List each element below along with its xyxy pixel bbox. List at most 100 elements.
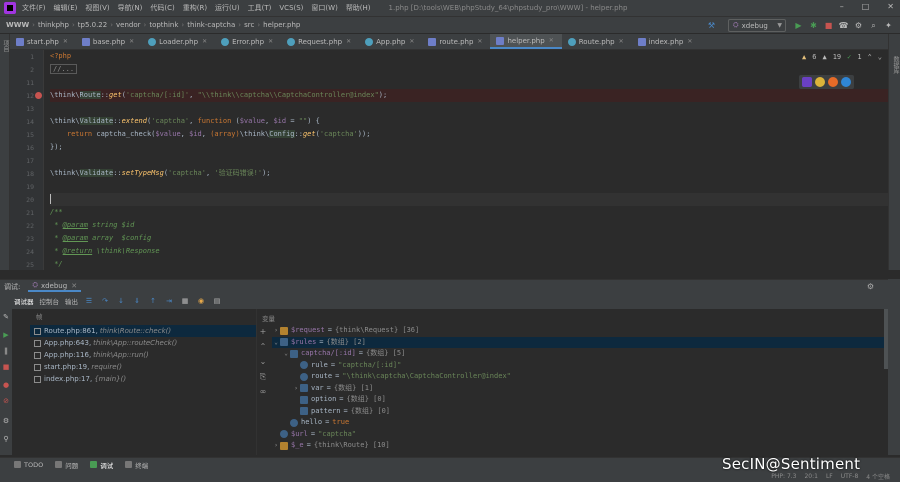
tab-close-icon[interactable]: ✕ xyxy=(202,38,207,45)
variable-row[interactable]: route = "\think\captcha\CaptchaController@… xyxy=(272,371,884,383)
move-up-icon[interactable]: ⌃ xyxy=(258,342,268,352)
collapse-icon[interactable]: ⌄ xyxy=(282,348,290,360)
breadcrumb-helper[interactable]: helper.php xyxy=(263,21,300,29)
inspection-widget[interactable]: ▲ 6 ▲ 19 ✓ 1 ⌃ ⌄ xyxy=(802,53,882,61)
menu-refactor[interactable]: 重构(R) xyxy=(183,3,207,13)
firefox-icon[interactable] xyxy=(828,77,838,87)
search-icon[interactable]: ⌕ xyxy=(868,20,879,31)
tab-loader-php[interactable]: Loader.php ✕ xyxy=(142,34,215,49)
variable-row[interactable]: $url = "captcha" xyxy=(272,429,884,441)
chrome-icon[interactable] xyxy=(815,77,825,87)
expand-icon[interactable]: › xyxy=(272,325,280,337)
resume-icon[interactable]: ▶ xyxy=(2,331,10,339)
show-execution-point-icon[interactable]: ☰ xyxy=(84,296,94,306)
phpstorm-browser-icon[interactable] xyxy=(802,77,812,87)
tab-close-icon[interactable]: ✕ xyxy=(409,38,414,45)
breadcrumb-vendor[interactable]: vendor xyxy=(116,21,141,29)
frame-item[interactable]: index.php:17, {main}() xyxy=(30,373,256,385)
tab-route-php[interactable]: Route.php ✕ xyxy=(562,34,632,49)
settings-icon[interactable]: ⚙ xyxy=(2,417,10,425)
evaluate-expression-icon[interactable]: ▦ xyxy=(180,296,190,306)
file-encoding[interactable]: UTF-8 xyxy=(841,473,859,480)
run-configuration-select[interactable]: ⛭ xdebug ▼ xyxy=(728,19,786,32)
frame-item[interactable]: start.php:19, require() xyxy=(30,361,256,373)
code-line-20-current[interactable] xyxy=(50,193,888,206)
project-tool-strip[interactable]: 项目 xyxy=(0,34,10,270)
tab-close-icon[interactable]: ✕ xyxy=(549,37,554,44)
tab-close-icon[interactable]: ✕ xyxy=(63,38,68,45)
menu-run[interactable]: 运行(U) xyxy=(215,3,240,13)
watch-icon[interactable]: ◉ xyxy=(196,296,206,306)
expand-icon[interactable]: › xyxy=(292,383,300,395)
chevron-up-icon[interactable]: ⌃ xyxy=(868,53,872,61)
stop-icon[interactable]: ■ xyxy=(823,20,834,31)
wrench-icon[interactable]: ✎ xyxy=(2,313,10,321)
line-gutter[interactable]: 1 2 11 12 13 14 15 16 17 18 19 20 21 22 … xyxy=(10,50,44,270)
tab-close-icon[interactable]: ✕ xyxy=(687,38,692,45)
variable-row[interactable]: rule = "captcha/[:id]" xyxy=(272,360,884,372)
tab-base-php[interactable]: base.php ✕ xyxy=(76,34,142,49)
force-step-into-icon[interactable]: ⇓ xyxy=(132,296,142,306)
step-into-icon[interactable]: ↓ xyxy=(116,296,126,306)
tab-error-php[interactable]: Error.php ✕ xyxy=(215,34,281,49)
tab-close-icon[interactable]: ✕ xyxy=(268,38,273,45)
breadcrumb-src[interactable]: src xyxy=(244,21,254,29)
move-down-icon[interactable]: ⌄ xyxy=(258,357,268,367)
variable-row[interactable]: › var = {数组} [1] xyxy=(272,383,884,395)
folded-region[interactable]: //... xyxy=(50,64,78,74)
breadcrumb-think-captcha[interactable]: think-captcha xyxy=(187,21,235,29)
tab-close-icon[interactable]: ✕ xyxy=(346,38,351,45)
variable-row[interactable]: pattern = {数组} [0] xyxy=(272,406,884,418)
stop-icon[interactable]: ■ xyxy=(2,363,10,371)
cursor-position[interactable]: 20:1 xyxy=(804,473,817,480)
step-over-icon[interactable]: ↷ xyxy=(100,296,110,306)
menu-vcs[interactable]: VCS(S) xyxy=(279,4,303,12)
add-watch-icon[interactable]: + xyxy=(258,327,268,337)
tab-request-php[interactable]: Request.php ✕ xyxy=(281,34,359,49)
code-editor[interactable]: 1 2 11 12 13 14 15 16 17 18 19 20 21 22 … xyxy=(10,50,888,270)
breadcrumb-topthink[interactable]: topthink xyxy=(149,21,178,29)
edge-icon[interactable] xyxy=(841,77,851,87)
settings-icon[interactable]: ⚙ xyxy=(853,20,864,31)
menu-file[interactable]: 文件(F) xyxy=(22,3,46,13)
close-icon[interactable]: ✕ xyxy=(887,2,894,11)
variable-row[interactable]: ⌄ captcha/[:id] = {数组} [5] xyxy=(272,348,884,360)
menu-view[interactable]: 视图(V) xyxy=(85,3,109,13)
ide-update-icon[interactable]: ✦ xyxy=(883,20,894,31)
project-strip-label[interactable]: 项目 xyxy=(1,40,10,52)
tab-close-icon[interactable]: ✕ xyxy=(619,38,624,45)
run-icon[interactable]: ▶ xyxy=(793,20,804,31)
right-tool-strip[interactable]: 数据库 xyxy=(888,34,900,270)
copy-icon[interactable]: ⎘ xyxy=(258,372,268,382)
view-breakpoints-icon[interactable]: ● xyxy=(2,381,10,389)
step-out-icon[interactable]: ↑ xyxy=(148,296,158,306)
indent-setting[interactable]: 4 个空格 xyxy=(866,472,890,481)
tab-close-icon[interactable]: ✕ xyxy=(129,38,134,45)
debug-session-tab[interactable]: ⛭ xdebug ✕ xyxy=(28,281,82,292)
variable-row[interactable]: › $request = {think\Request} [36] xyxy=(272,325,884,337)
mute-breakpoints-icon[interactable]: ⊘ xyxy=(2,397,10,405)
debug-icon[interactable]: ✱ xyxy=(808,20,819,31)
minimize-icon[interactable]: – xyxy=(840,2,844,11)
breadcrumb-tp5[interactable]: tp5.0.22 xyxy=(78,21,107,29)
menu-help[interactable]: 帮助(H) xyxy=(346,3,371,13)
frame-item[interactable]: Route.php:861, think\Route::check() xyxy=(30,325,256,337)
collapse-icon[interactable]: ⌄ xyxy=(272,337,280,349)
tab-helper-php[interactable]: helper.php ✕ xyxy=(490,34,562,49)
php-version[interactable]: PHP: 7.3 xyxy=(771,473,796,480)
breadcrumb-thinkphp[interactable]: thinkphp xyxy=(38,21,69,29)
menu-edit[interactable]: 编辑(E) xyxy=(54,3,78,13)
frame-item[interactable]: App.php:643, think\App::routeCheck() xyxy=(30,337,256,349)
todo-tab[interactable]: TODO xyxy=(14,461,43,469)
variable-row[interactable]: › $_e = {think\Route} [10] xyxy=(272,440,884,452)
listen-debug-icon[interactable]: ☎ xyxy=(838,20,849,31)
build-hammer-icon[interactable]: ⚒ xyxy=(706,20,717,31)
breadcrumb-www[interactable]: WWW xyxy=(6,21,29,29)
panel-divider[interactable] xyxy=(256,309,257,455)
pause-icon[interactable]: ❚ xyxy=(2,347,10,355)
tab-close-icon[interactable]: ✕ xyxy=(71,282,77,290)
tab-start-php[interactable]: start.php ✕ xyxy=(10,34,76,49)
database-strip-label[interactable]: 数据库 xyxy=(891,56,900,74)
chevron-down-icon[interactable]: ⌄ xyxy=(878,53,882,61)
pin-icon[interactable]: ⚲ xyxy=(2,435,10,443)
